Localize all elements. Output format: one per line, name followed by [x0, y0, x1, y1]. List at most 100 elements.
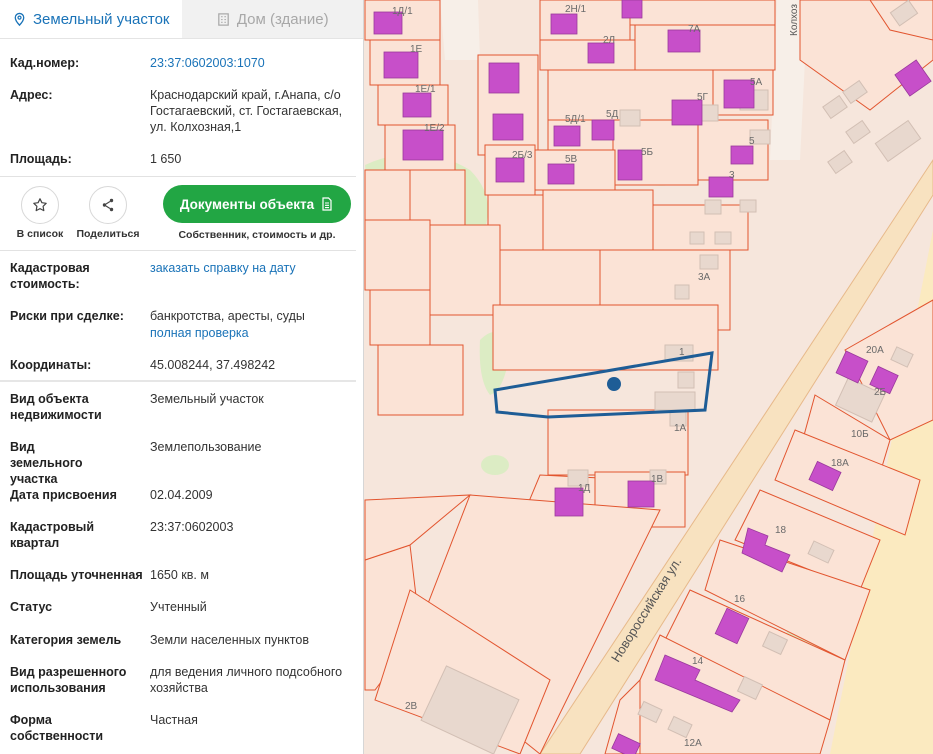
coords-value: 45.008244, 37.498242: [150, 358, 276, 372]
house-label: 7А: [688, 24, 701, 35]
house-label: 18: [775, 525, 787, 536]
outbuilding: [739, 199, 757, 213]
risks-value: банкротства, аресты, суды: [150, 309, 305, 323]
info-panel: Земельный участок Дом (здание) Кад.номер…: [0, 0, 364, 754]
house-label: 1В: [651, 474, 664, 485]
prop-value: Земельный участок: [150, 392, 264, 406]
parcel[interactable]: [429, 224, 501, 316]
map-pin-icon: [14, 12, 25, 26]
parcel[interactable]: [369, 289, 431, 346]
star-icon: [33, 198, 47, 212]
share-icon: [102, 198, 114, 212]
house-label: 1Е/2: [424, 123, 445, 134]
add-to-list-button[interactable]: [21, 186, 59, 224]
house-label: 1Е/1: [415, 84, 436, 95]
parcel[interactable]: [539, 39, 636, 71]
parcel[interactable]: [364, 219, 431, 291]
documents-subtitle: Собственник, стоимость и др.: [178, 229, 336, 241]
house-label: 1Е: [410, 44, 423, 55]
outbuilding: [714, 231, 732, 245]
building: [621, 0, 643, 19]
house-label: 16: [734, 594, 746, 605]
share-button[interactable]: [89, 186, 127, 224]
order-certificate-link[interactable]: заказать справку на дату: [150, 260, 355, 276]
address-value: Краснодарский край, г.Анапа, с/о Гостага…: [150, 88, 343, 134]
documents-button-label: Документы объекта: [179, 196, 315, 212]
house-label: 14: [692, 656, 704, 667]
outbuilding: [654, 391, 696, 411]
tab-land-plot-label: Земельный участок: [32, 10, 170, 28]
house-label: 5Д/1: [565, 114, 586, 125]
house-label: 5Д: [606, 109, 619, 120]
prop-label: Кадастровый квартал: [10, 520, 95, 550]
house-label: 3: [729, 170, 735, 181]
prop-label: Вид объекта недвижимости: [10, 392, 102, 422]
house-label: 3А: [698, 272, 711, 283]
cad-cost-label: Кадастровая стоимость:: [10, 261, 90, 291]
house-label: 5Б: [641, 147, 654, 158]
building: [402, 92, 432, 118]
documents-button[interactable]: Документы объекта: [163, 185, 351, 223]
parcel[interactable]: [377, 344, 464, 416]
parcel[interactable]: [409, 169, 466, 226]
prop-label: Категория земель: [10, 633, 122, 647]
house-label: 5: [749, 136, 755, 147]
full-check-link[interactable]: полная проверка: [150, 325, 355, 341]
building: [495, 157, 525, 183]
building: [587, 42, 615, 64]
cad-number-label: Кад.номер:: [10, 56, 80, 70]
prop-value: Землепользование: [150, 440, 262, 454]
house-label: 2Н/1: [565, 4, 587, 15]
building: [671, 99, 703, 126]
house-label: 2Б/3: [512, 150, 533, 161]
prop-label: Форма собственности: [10, 713, 104, 743]
outbuilding: [689, 231, 705, 245]
house-label: 5А: [750, 77, 763, 88]
prop-value: для ведения личного подсобного хозяйства: [150, 665, 343, 695]
outbuilding: [699, 104, 719, 122]
divider: [0, 380, 356, 382]
building: [591, 119, 615, 141]
building: [547, 163, 575, 185]
parcel[interactable]: [364, 169, 411, 221]
selected-parcel-marker[interactable]: [607, 377, 621, 391]
house-label: 1Д/1: [392, 6, 413, 17]
house-label: 2В: [405, 701, 418, 712]
outbuilding: [677, 371, 695, 389]
building: [550, 13, 578, 35]
parcel[interactable]: [629, 0, 776, 26]
tab-bar: Земельный участок Дом (здание): [0, 0, 363, 39]
house-label: 12А: [684, 738, 702, 749]
building: [402, 129, 444, 161]
parcel[interactable]: [547, 409, 689, 476]
divider: [0, 176, 356, 177]
tab-house[interactable]: Дом (здание): [181, 0, 363, 38]
cad-number-link[interactable]: 23:37:0602003:1070: [150, 55, 355, 71]
building: [617, 149, 643, 181]
tab-house-label: Дом (здание): [236, 10, 329, 28]
house-label: 1Д: [578, 483, 591, 494]
tab-land-plot[interactable]: Земельный участок: [0, 0, 182, 38]
house-label: 5В: [565, 154, 578, 165]
outbuilding: [704, 199, 722, 215]
prop-value: Земли населенных пунктов: [150, 633, 309, 647]
house-label: 1: [679, 347, 685, 358]
house-label: 10Б: [851, 429, 869, 440]
road-lane: [440, 0, 480, 60]
add-to-list-label: В список: [16, 228, 64, 240]
prop-value: 02.04.2009: [150, 488, 213, 502]
building-icon: [218, 12, 229, 26]
house-label: 2Б: [874, 387, 887, 398]
house-label: 5Г: [697, 92, 709, 103]
parcel[interactable]: [542, 189, 654, 251]
area-value: 1 650: [150, 152, 182, 166]
prop-label: Вид разрешенного использования: [10, 665, 127, 695]
building: [383, 51, 419, 79]
outbuilding: [674, 284, 690, 300]
prop-label: Площадь уточненная: [10, 568, 143, 582]
parcel[interactable]: [634, 24, 776, 71]
prop-value: 23:37:0602003: [150, 520, 234, 534]
outbuilding: [699, 254, 719, 270]
green-area: [481, 455, 509, 475]
prop-value: 1650 кв. м: [150, 568, 209, 582]
